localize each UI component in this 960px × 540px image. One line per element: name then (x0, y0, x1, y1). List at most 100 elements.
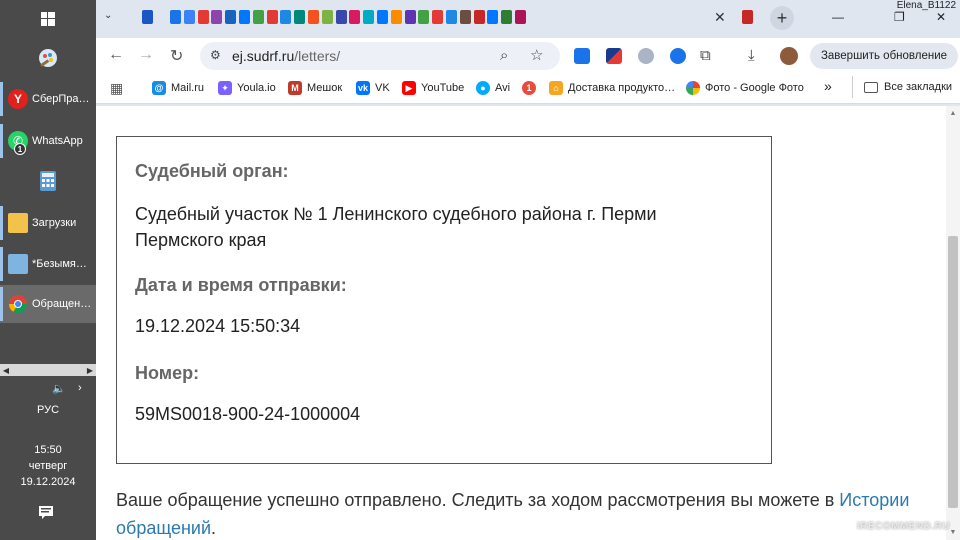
folder-icon (864, 81, 878, 93)
tab-favicon-icon[interactable] (266, 10, 278, 24)
tab-favicon-icon[interactable] (487, 10, 499, 24)
tab-favicon-icon[interactable] (418, 10, 430, 24)
bookmark-google-photos[interactable]: Фото - Google Фото (686, 81, 804, 95)
tab-favicon-icon[interactable] (349, 10, 361, 24)
volume-icon[interactable]: 🔈 (52, 382, 66, 395)
toolbar: ← → ↻ ⚙ ej.sudrf.ru/letters/ ⌕ ☆ ⧉ ⤓ Зав… (96, 38, 960, 74)
bookmark-vk[interactable]: vk VK (356, 81, 390, 95)
folder-icon (8, 213, 28, 233)
tab-favicon-icon[interactable] (321, 10, 333, 24)
restore-icon[interactable]: ❐ (894, 10, 905, 24)
tab-strip: ⌄ ✕ + Elena_B1122 — ❐ ✕ (96, 0, 960, 36)
taskbar-scrollbar[interactable]: ◀ ▶ (0, 364, 96, 376)
tab-favicon-icon[interactable] (377, 10, 388, 24)
meshok-icon: M (288, 81, 302, 95)
profile-name: Elena_B1122 (896, 0, 956, 11)
bookmark-label: Avi (495, 82, 511, 94)
taskbar-app-label: WhatsApp (32, 135, 83, 147)
taskbar-calculator[interactable] (0, 164, 96, 198)
tab-favicon-icon[interactable] (142, 10, 153, 24)
tab-favicon-icon[interactable] (211, 10, 223, 24)
download-icon[interactable]: ⤓ (748, 47, 755, 64)
update-button[interactable]: Завершить обновление (810, 43, 958, 69)
scroll-up-icon[interactable]: ▲ (946, 110, 960, 117)
bookmark-label: VK (375, 82, 390, 94)
tab-favicon-icon[interactable] (225, 10, 237, 24)
sent-datetime-value: 19.12.2024 15:50:34 (135, 316, 301, 336)
language-indicator[interactable]: РУС (0, 404, 96, 416)
extension-icon[interactable] (606, 48, 622, 64)
all-bookmarks[interactable]: Все закладки (864, 81, 952, 93)
bookmark-avito[interactable]: ● Avi (476, 81, 510, 95)
apps-grid-icon[interactable]: ▦ (110, 80, 123, 97)
taskbar-app-notepad[interactable]: *Безымян… (0, 245, 96, 283)
scroll-right-icon[interactable]: ▶ (84, 364, 96, 376)
notification-icon (39, 506, 53, 519)
calculator-icon (40, 171, 56, 191)
tab-favicon-icon[interactable] (363, 10, 375, 24)
chevron-right-icon[interactable]: › (78, 382, 82, 394)
tab-favicon-icon[interactable] (390, 10, 402, 24)
notifications-button[interactable] (38, 504, 58, 522)
tab-favicon-icon[interactable] (239, 10, 250, 24)
page-scrollbar[interactable]: ▲ ▼ (946, 106, 960, 540)
tab-favicon-icon[interactable] (459, 10, 471, 24)
close-window-icon[interactable]: ✕ (936, 10, 946, 24)
tab-favicon-icon[interactable] (473, 10, 485, 24)
taskbar-app-chrome[interactable]: Обращен… (0, 285, 96, 323)
back-icon[interactable]: ← (108, 46, 124, 64)
tab-favicon-icon[interactable] (446, 10, 457, 24)
taskbar-pinned-app[interactable] (0, 40, 96, 76)
success-message: Ваше обращение успешно отправлено. Следи… (116, 486, 916, 540)
tab-favicon-icon[interactable] (294, 10, 306, 24)
bookmark-label: Мешок (307, 82, 343, 94)
clock[interactable]: 15:50 четверг 19.12.2024 (0, 442, 96, 490)
scroll-left-icon[interactable]: ◀ (0, 364, 12, 376)
tab-favicon-icon[interactable] (170, 10, 181, 24)
more-bookmarks-icon[interactable]: » (824, 78, 832, 94)
forward-icon[interactable]: → (138, 46, 154, 64)
site-info-icon[interactable]: ⚙ (210, 48, 226, 64)
zoom-icon[interactable]: ⌕ (500, 47, 508, 64)
tab-favicon-icon[interactable] (183, 10, 195, 24)
tab-favicon-icon[interactable] (197, 10, 209, 24)
tab-favicon-icon[interactable] (280, 10, 292, 24)
url-host: ej.sudrf.ru (232, 48, 295, 64)
close-tab-icon[interactable]: ✕ (714, 9, 726, 26)
extension-icon[interactable] (638, 48, 654, 64)
avatar[interactable] (780, 47, 798, 65)
bookmark-youtube[interactable]: ▶ YouTube (402, 81, 464, 95)
minimize-icon[interactable]: — (832, 10, 844, 24)
start-button[interactable] (0, 4, 96, 34)
reload-icon[interactable]: ↻ (170, 46, 183, 66)
windows-logo-icon (41, 12, 55, 26)
bookmark-meshok[interactable]: M Мешок (288, 81, 342, 95)
extension-icon[interactable] (670, 48, 686, 64)
taskbar-app-sber[interactable]: Y СберПра… (0, 80, 96, 118)
tab-favicon-icon[interactable] (501, 10, 513, 24)
taskbar-app-whatsapp[interactable]: ✆ 1 WhatsApp (0, 122, 96, 160)
tab-favicon-icon[interactable] (308, 10, 319, 24)
whatsapp-icon: ✆ 1 (8, 131, 28, 155)
bookmark-label: Mail.ru (171, 82, 205, 94)
address-bar[interactable]: ⚙ ej.sudrf.ru/letters/ ⌕ ☆ (200, 42, 560, 70)
extension-icon[interactable] (574, 48, 590, 64)
bookmark-delivery[interactable]: 1 ⌂ Доставка продукто… (522, 81, 675, 95)
bookmark-mailru[interactable]: @ Mail.ru (152, 81, 204, 95)
tab-favicon-icon[interactable] (432, 10, 444, 24)
extensions-puzzle-icon[interactable]: ⧉ (700, 47, 711, 64)
taskbar-app-downloads[interactable]: Загрузки (0, 204, 96, 242)
bookmark-star-icon[interactable]: ☆ (530, 46, 543, 64)
tab-favicon-icon[interactable] (252, 10, 264, 24)
active-tab-favicon-icon[interactable] (742, 10, 753, 24)
tab-favicon-icon[interactable] (515, 10, 526, 24)
tab-search-icon[interactable]: ⌄ (104, 10, 112, 21)
message-end: . (211, 518, 217, 538)
tab-favicon-icon[interactable] (404, 10, 416, 24)
scrollbar-thumb[interactable] (948, 236, 958, 508)
tab-favicon-icon[interactable] (335, 10, 347, 24)
taskbar-app-label: Обращен… (32, 298, 92, 310)
bookmark-youla[interactable]: ✦ Youla.io (218, 81, 276, 95)
bookmark-label: Доставка продукто… (568, 82, 676, 94)
new-tab-button[interactable]: + (770, 6, 794, 30)
